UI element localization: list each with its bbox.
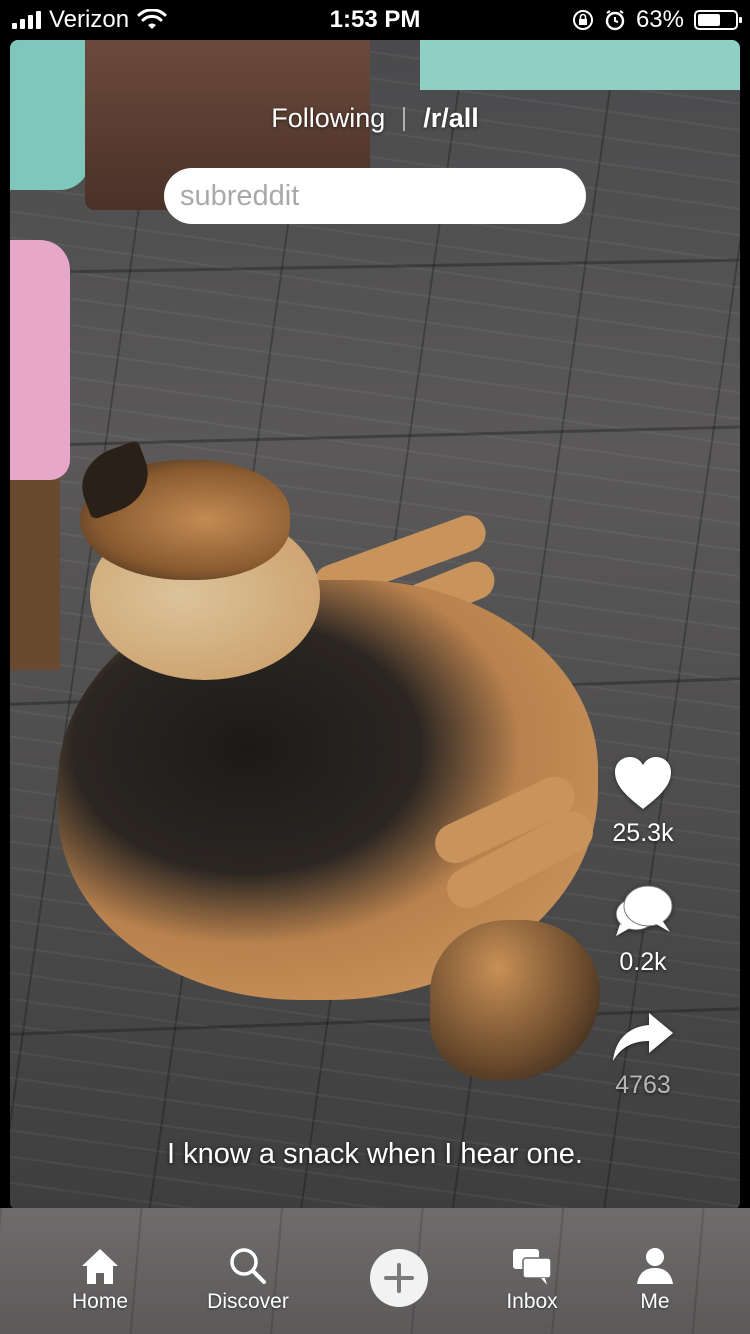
alarm-icon <box>605 10 625 31</box>
background-cabinet <box>420 40 740 90</box>
share-icon <box>613 1013 673 1061</box>
battery-icon <box>694 10 742 30</box>
app-screen: Verizon 1:53 PM 63% Following /r/all sub… <box>0 0 750 1334</box>
tab-me[interactable]: Me <box>630 1246 680 1314</box>
post-caption: I know a snack when I hear one. <box>167 1138 583 1170</box>
comment-icon <box>615 885 673 936</box>
heart-icon <box>615 757 671 809</box>
plus-icon <box>384 1263 414 1293</box>
tab-all[interactable]: /r/all <box>423 103 479 134</box>
person-icon <box>637 1248 673 1284</box>
status-bar: Verizon 1:53 PM 63% <box>0 0 750 40</box>
tab-following[interactable]: Following <box>271 103 385 134</box>
background-blanket <box>10 240 70 480</box>
feed-tabs: Following/r/all <box>0 102 750 134</box>
like-count: 25.3k <box>612 819 674 847</box>
rotation-lock-icon <box>572 10 593 30</box>
tab-inbox-label: Inbox <box>506 1290 558 1313</box>
battery-percent: 63% <box>635 6 684 33</box>
tab-divider <box>403 106 406 131</box>
tab-home-label: Home <box>71 1290 129 1313</box>
search-icon <box>230 1248 266 1284</box>
share-count: 4763 <box>615 1071 671 1099</box>
share-button[interactable]: 4763 <box>595 1011 691 1100</box>
status-right: 63% <box>572 6 742 34</box>
inbox-icon <box>513 1249 552 1285</box>
tab-discover-label: Discover <box>207 1290 289 1313</box>
tab-me-label: Me <box>640 1290 670 1313</box>
dog-tail <box>430 920 600 1080</box>
tab-discover[interactable]: Discover <box>198 1246 298 1314</box>
tab-inbox[interactable]: Inbox <box>500 1246 564 1314</box>
subreddit-search-input[interactable] <box>164 168 586 224</box>
create-post-button[interactable] <box>370 1249 428 1307</box>
action-column: 25.3k 0.2k 4763 <box>595 755 691 1134</box>
like-button[interactable]: 25.3k <box>595 755 691 848</box>
comment-button[interactable]: 0.2k <box>595 882 691 977</box>
comment-count: 0.2k <box>619 948 667 976</box>
home-icon <box>82 1249 118 1284</box>
tab-home[interactable]: Home <box>64 1246 136 1314</box>
